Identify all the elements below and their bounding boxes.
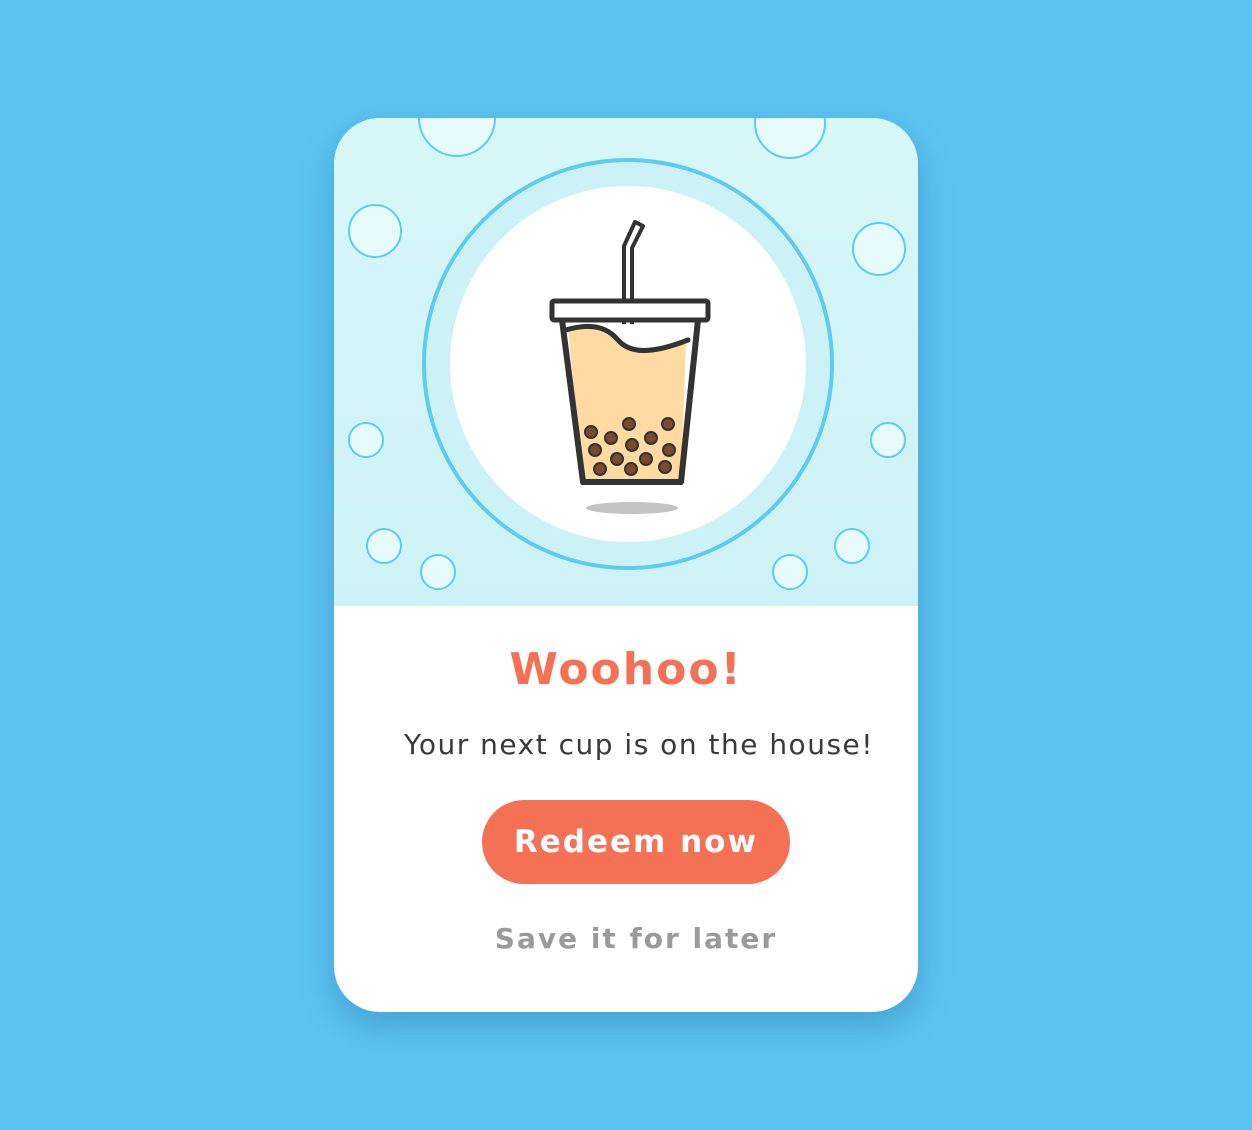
reward-title: Woohoo!: [509, 644, 743, 695]
reward-message: Your next cup is on the house!: [404, 728, 874, 761]
bubble-decoration: [418, 118, 496, 157]
bubble-decoration: [834, 528, 870, 564]
bubble-decoration: [772, 554, 808, 590]
bubble-decoration: [852, 222, 906, 276]
bubble-decoration: [348, 422, 384, 458]
redeem-now-button[interactable]: Redeem now: [482, 800, 790, 884]
reward-card: Woohoo! Your next cup is on the house! R…: [334, 118, 918, 1012]
bubble-decoration: [754, 118, 826, 159]
save-for-later-link[interactable]: Save it for later: [334, 922, 918, 955]
bubble-decoration: [348, 204, 402, 258]
bubble-tea-illustration: [348, 118, 906, 590]
hero-illustration-area: [334, 118, 918, 606]
bubble-decoration: [420, 554, 456, 590]
bubble-decoration: [870, 422, 906, 458]
bubble-decoration: [366, 528, 402, 564]
